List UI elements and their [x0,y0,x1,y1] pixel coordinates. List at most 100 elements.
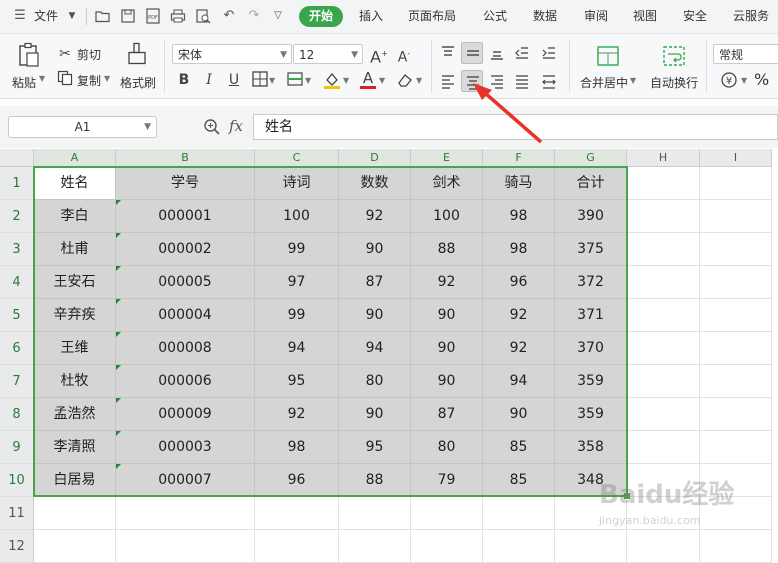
column-header-h[interactable]: H [627,149,700,167]
cell-i10[interactable] [700,464,772,497]
wrap-text-button[interactable]: 自动换行 [650,74,698,91]
cell-g11[interactable] [555,497,627,530]
cell-f4[interactable]: 96 [483,266,555,299]
copy-icon[interactable] [57,70,73,86]
cell-e5[interactable]: 90 [411,299,483,332]
cell-e4[interactable]: 92 [411,266,483,299]
cell-h5[interactable] [627,299,700,332]
paste-dropdown-icon[interactable]: ▼ [39,74,45,83]
column-header-b[interactable]: B [116,149,255,167]
cell-g10[interactable]: 348 [555,464,627,497]
decrease-font-icon[interactable]: A- [394,44,414,66]
format-painter-button[interactable]: 格式刷 [120,74,156,91]
cell-i7[interactable] [700,365,772,398]
cell-h7[interactable] [627,365,700,398]
cell-c7[interactable]: 95 [255,365,339,398]
copy-dropdown-icon[interactable]: ▼ [104,74,110,83]
cell-d4[interactable]: 87 [339,266,411,299]
tab-page-layout[interactable]: 页面布局 [408,0,456,33]
cell-d7[interactable]: 80 [339,365,411,398]
cell-e2[interactable]: 100 [411,200,483,233]
align-left-button[interactable] [437,70,459,92]
cell-h10[interactable] [627,464,700,497]
cell-b8[interactable]: 000009 [116,398,255,431]
currency-icon[interactable]: ¥ [719,70,739,90]
font-size-select[interactable]: 12 ▼ [293,44,363,64]
insert-function-button[interactable]: fx [229,117,243,135]
cell-c11[interactable] [255,497,339,530]
cell-f9[interactable]: 85 [483,431,555,464]
cell-g7[interactable]: 359 [555,365,627,398]
cell-f8[interactable]: 90 [483,398,555,431]
decrease-indent-button[interactable] [511,42,533,64]
fill-color-icon[interactable] [322,70,342,90]
row-header-11[interactable]: 11 [0,497,34,530]
column-header-e[interactable]: E [411,149,483,167]
cell-b2[interactable]: 000001 [116,200,255,233]
cell-c4[interactable]: 97 [255,266,339,299]
wrap-text-icon[interactable] [662,44,686,68]
cell-f6[interactable]: 92 [483,332,555,365]
tab-data[interactable]: 数据 [533,0,557,33]
font-color-dropdown-icon[interactable]: ▼ [379,76,385,85]
name-box[interactable]: A1 ▼ [8,116,157,138]
paste-button[interactable]: 粘贴 [12,74,36,91]
row-header-1[interactable]: 1 [0,167,34,200]
row-header-5[interactable]: 5 [0,299,34,332]
italic-icon[interactable]: I [199,70,219,90]
cell-b5[interactable]: 000004 [116,299,255,332]
column-header-c[interactable]: C [255,149,339,167]
cell-f7[interactable]: 94 [483,365,555,398]
cell-h12[interactable] [627,530,700,563]
cell-c10[interactable]: 96 [255,464,339,497]
cell-e8[interactable]: 87 [411,398,483,431]
cell-d11[interactable] [339,497,411,530]
align-top-button[interactable] [437,42,459,64]
cell-g5[interactable]: 371 [555,299,627,332]
more-dropdown-icon[interactable]: ▽ [270,8,286,24]
cell-i9[interactable] [700,431,772,464]
cell-a3[interactable]: 杜甫 [34,233,116,266]
align-middle-button[interactable] [461,42,483,64]
cell-i2[interactable] [700,200,772,233]
tab-view[interactable]: 视图 [633,0,657,33]
cell-f10[interactable]: 85 [483,464,555,497]
cell-i11[interactable] [700,497,772,530]
cell-a8[interactable]: 孟浩然 [34,398,116,431]
clear-format-icon[interactable] [395,70,415,90]
cell-i3[interactable] [700,233,772,266]
number-format-select[interactable]: 常规 [713,44,778,64]
redo-icon[interactable]: ↷ [246,8,262,24]
cell-e7[interactable]: 90 [411,365,483,398]
chevron-down-icon[interactable]: ▼ [64,8,80,24]
column-header-d[interactable]: D [339,149,411,167]
cell-d9[interactable]: 95 [339,431,411,464]
clear-format-dropdown-icon[interactable]: ▼ [416,76,422,85]
align-center-button[interactable] [461,70,483,92]
fill-color-dropdown-icon[interactable]: ▼ [343,76,349,85]
cell-b4[interactable]: 000005 [116,266,255,299]
cell-a1[interactable]: 姓名 [34,167,116,200]
merge-center-button[interactable]: 合并居中 [580,74,628,91]
font-color-icon[interactable]: A [358,68,378,89]
row-header-12[interactable]: 12 [0,530,34,563]
file-menu[interactable]: 文件 [34,0,58,33]
percent-button[interactable]: % [754,70,769,89]
cell-g4[interactable]: 372 [555,266,627,299]
row-header-10[interactable]: 10 [0,464,34,497]
print-icon[interactable] [170,8,186,24]
align-bottom-button[interactable] [486,42,508,64]
merge-center-dropdown-icon[interactable]: ▼ [630,76,636,85]
row-header-8[interactable]: 8 [0,398,34,431]
cell-h6[interactable] [627,332,700,365]
cell-i8[interactable] [700,398,772,431]
cell-b9[interactable]: 000003 [116,431,255,464]
cell-a12[interactable] [34,530,116,563]
cell-i4[interactable] [700,266,772,299]
font-name-select[interactable]: 宋体 ▼ [172,44,292,64]
tab-security[interactable]: 安全 [683,0,707,33]
cell-h9[interactable] [627,431,700,464]
cell-g1[interactable]: 合计 [555,167,627,200]
cell-b7[interactable]: 000006 [116,365,255,398]
cell-a11[interactable] [34,497,116,530]
